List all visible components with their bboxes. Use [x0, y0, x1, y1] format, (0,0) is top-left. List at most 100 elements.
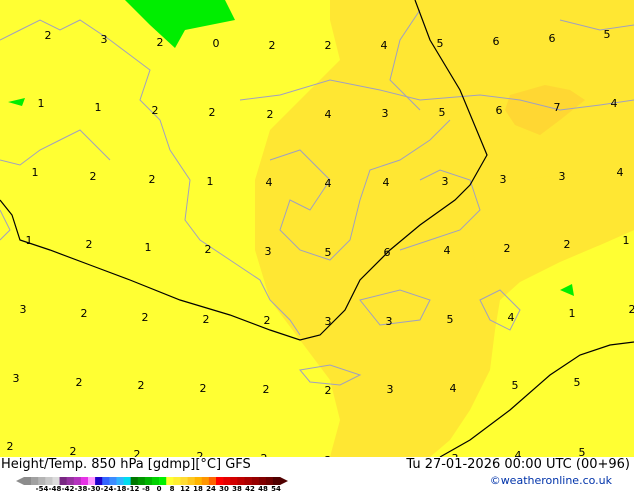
legend-tick-label: -24: [101, 485, 114, 491]
value-label: 2: [157, 36, 164, 49]
value-label: 0: [213, 37, 220, 50]
legend-swatch: [24, 477, 31, 485]
legend-swatch: [74, 477, 81, 485]
value-label: 4: [444, 244, 451, 257]
legend-tick-label: -48: [49, 485, 62, 491]
value-label: 4: [325, 108, 332, 121]
legend-swatch: [45, 477, 52, 485]
legend-swatch: [159, 477, 166, 485]
value-label: 4: [266, 176, 273, 189]
value-label: 2: [152, 104, 159, 117]
value-label: 2: [7, 440, 14, 453]
legend-swatch: [223, 477, 230, 485]
legend-tick-label: -30: [88, 485, 101, 491]
legend-swatch: [273, 477, 280, 485]
valid-time: Tu 27-01-2026 00:00 UTC (00+96): [406, 457, 630, 472]
legend-swatch: [52, 477, 59, 485]
weather-map: 2320224566511222435674122144433341212356…: [0, 0, 634, 457]
value-label: 2: [264, 314, 271, 327]
legend-swatch: [145, 477, 152, 485]
value-label: 4: [508, 311, 515, 324]
legend-swatch: [124, 477, 131, 485]
legend-swatch: [81, 477, 88, 485]
value-label: 4: [383, 176, 390, 189]
value-label: 2: [197, 450, 204, 457]
value-label: 5: [579, 446, 586, 457]
value-label: 3: [387, 383, 394, 396]
value-label: 5: [325, 246, 332, 259]
legend-swatch: [252, 477, 259, 485]
legend-swatch: [216, 477, 223, 485]
value-label: 2: [504, 242, 511, 255]
value-label: 6: [493, 35, 500, 48]
legend-tick-label: -18: [114, 485, 127, 491]
legend-swatch: [188, 477, 195, 485]
legend-tick-label: -54: [36, 485, 49, 491]
value-label: 5: [512, 379, 519, 392]
value-label: 4: [381, 39, 388, 52]
value-label: 2: [267, 108, 274, 121]
value-label: 2: [149, 173, 156, 186]
legend-tick-label: 54: [271, 485, 281, 491]
value-label: 4: [617, 166, 624, 179]
value-label: 3: [500, 173, 507, 186]
legend-arrow-right: [280, 477, 288, 485]
value-label: 2: [86, 238, 93, 251]
legend-swatch: [60, 477, 67, 485]
value-label: 1: [569, 307, 576, 320]
value-label: 1: [145, 241, 152, 254]
legend-tick-label: 12: [180, 485, 190, 491]
value-label: 4: [611, 97, 618, 110]
value-label: 5: [437, 37, 444, 50]
legend-swatch: [237, 477, 244, 485]
value-label: 3: [442, 175, 449, 188]
legend-swatch: [152, 477, 159, 485]
value-label: 6: [549, 32, 556, 45]
value-label: 2: [629, 303, 634, 316]
value-label: 6: [496, 104, 503, 117]
legend-swatch: [202, 477, 209, 485]
value-label: 2: [90, 170, 97, 183]
legend-tick-label: 30: [219, 485, 229, 491]
value-label: 1: [95, 101, 102, 114]
value-label: 4: [450, 382, 457, 395]
value-label: 2: [134, 448, 141, 457]
value-label: 2: [263, 383, 270, 396]
value-label: 2: [76, 376, 83, 389]
legend-swatch: [131, 477, 138, 485]
legend-swatch: [166, 477, 173, 485]
map-footer: Height/Temp. 850 hPa [gdmp][°C] GFS Tu 2…: [0, 457, 634, 490]
value-label: 3: [325, 315, 332, 328]
legend-swatch: [244, 477, 251, 485]
value-label: 1: [207, 175, 214, 188]
value-label: 2: [200, 382, 207, 395]
legend-swatch: [266, 477, 273, 485]
legend-tick-label: 8: [170, 485, 175, 491]
value-label: 2: [203, 313, 210, 326]
value-label: 3: [101, 33, 108, 46]
value-label: 2: [205, 243, 212, 256]
legend-swatch: [195, 477, 202, 485]
legend-tick-label: 18: [193, 485, 203, 491]
legend-swatch: [138, 477, 145, 485]
legend-swatch: [38, 477, 45, 485]
value-label: 2: [564, 238, 571, 251]
value-label: 4: [515, 449, 522, 457]
value-label: 2: [325, 384, 332, 397]
credit-link[interactable]: ©weatheronline.co.uk: [490, 474, 612, 487]
value-label: 2: [269, 39, 276, 52]
legend-tick-label: 38: [232, 485, 242, 491]
map-title: Height/Temp. 850 hPa [gdmp][°C] GFS: [1, 457, 251, 472]
value-label: 1: [623, 234, 630, 247]
value-label: 3: [559, 170, 566, 183]
value-label: 2: [138, 379, 145, 392]
value-label: 2: [45, 29, 52, 42]
value-label: 2: [209, 106, 216, 119]
value-label: 1: [26, 234, 33, 247]
legend-swatch: [116, 477, 123, 485]
legend-swatch: [230, 477, 237, 485]
value-label: 2: [325, 39, 332, 52]
legend-swatch: [180, 477, 187, 485]
value-label: 2: [81, 307, 88, 320]
value-label: 5: [439, 106, 446, 119]
